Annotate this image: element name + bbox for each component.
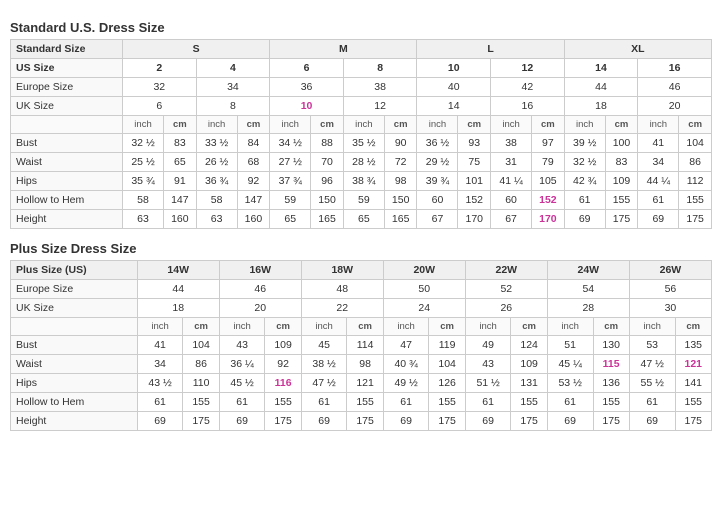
size-s: S <box>123 40 270 59</box>
eu-38: 38 <box>343 78 417 97</box>
plus-24w: 24W <box>547 261 629 280</box>
eu-42: 42 <box>491 78 565 97</box>
eu-46: 46 <box>638 78 712 97</box>
unit-inch-6: inch <box>491 116 532 134</box>
uk-18: 18 <box>564 97 638 116</box>
unit-cm-5: cm <box>458 116 491 134</box>
standard-table: Standard Size S M L XL US Size 2 4 6 8 1… <box>10 39 712 229</box>
uk-size-label: UK Size <box>11 97 123 116</box>
plus-hollow-label: Hollow to Hem <box>11 393 138 412</box>
uk-12: 12 <box>343 97 417 116</box>
us-4: 4 <box>196 59 270 78</box>
plus-bust-label: Bust <box>11 336 138 355</box>
uk-20: 20 <box>638 97 712 116</box>
eu-34: 34 <box>196 78 270 97</box>
plus-hips-label: Hips <box>11 374 138 393</box>
plus-waist-label: Waist <box>11 355 138 374</box>
uk-16: 16 <box>491 97 565 116</box>
unit-inch-8: inch <box>638 116 679 134</box>
plus-table: Plus Size (US) 14W 16W 18W 20W 22W 24W 2… <box>10 260 712 431</box>
unit-cm-6: cm <box>532 116 565 134</box>
unit-inch-5: inch <box>417 116 458 134</box>
unit-cm-1: cm <box>164 116 197 134</box>
size-m: M <box>270 40 417 59</box>
plus-18w: 18W <box>301 261 383 280</box>
standard-title: Standard U.S. Dress Size <box>10 20 712 35</box>
uk-14: 14 <box>417 97 491 116</box>
plus-20w: 20W <box>383 261 465 280</box>
plus-14w: 14W <box>137 261 219 280</box>
plus-europe-label: Europe Size <box>11 280 138 299</box>
eu-32: 32 <box>123 78 197 97</box>
plus-16w: 16W <box>219 261 301 280</box>
size-xl: XL <box>564 40 711 59</box>
us-12: 12 <box>491 59 565 78</box>
plus-height-label: Height <box>11 412 138 431</box>
plus-title: Plus Size Dress Size <box>10 241 712 256</box>
eu-40: 40 <box>417 78 491 97</box>
unit-inch-7: inch <box>564 116 605 134</box>
europe-size-label: Europe Size <box>11 78 123 97</box>
us-size-label: US Size <box>11 59 123 78</box>
us-16: 16 <box>638 59 712 78</box>
size-l: L <box>417 40 564 59</box>
unit-cm-4: cm <box>384 116 417 134</box>
waist-label: Waist <box>11 153 123 172</box>
us-14: 14 <box>564 59 638 78</box>
standard-size-label: Standard Size <box>11 40 123 59</box>
uk-6: 6 <box>123 97 197 116</box>
plus-22w: 22W <box>465 261 547 280</box>
us-2: 2 <box>123 59 197 78</box>
unit-cm-3: cm <box>311 116 344 134</box>
eu-36: 36 <box>270 78 344 97</box>
unit-inch-2: inch <box>196 116 237 134</box>
us-8: 8 <box>343 59 417 78</box>
unit-cm-2: cm <box>237 116 270 134</box>
bust-label: Bust <box>11 134 123 153</box>
unit-inch-1: inch <box>123 116 164 134</box>
uk-8: 8 <box>196 97 270 116</box>
unit-inch-4: inch <box>343 116 384 134</box>
plus-26w: 26W <box>629 261 711 280</box>
unit-inch-3: inch <box>270 116 311 134</box>
uk-10: 10 <box>270 97 344 116</box>
us-6: 6 <box>270 59 344 78</box>
eu-44: 44 <box>564 78 638 97</box>
hollow-label: Hollow to Hem <box>11 191 123 210</box>
plus-uk-label: UK Size <box>11 299 138 318</box>
hips-label: Hips <box>11 172 123 191</box>
unit-cm-7: cm <box>605 116 638 134</box>
height-label: Height <box>11 210 123 229</box>
unit-cm-8: cm <box>679 116 712 134</box>
plus-size-label: Plus Size (US) <box>11 261 138 280</box>
us-10: 10 <box>417 59 491 78</box>
